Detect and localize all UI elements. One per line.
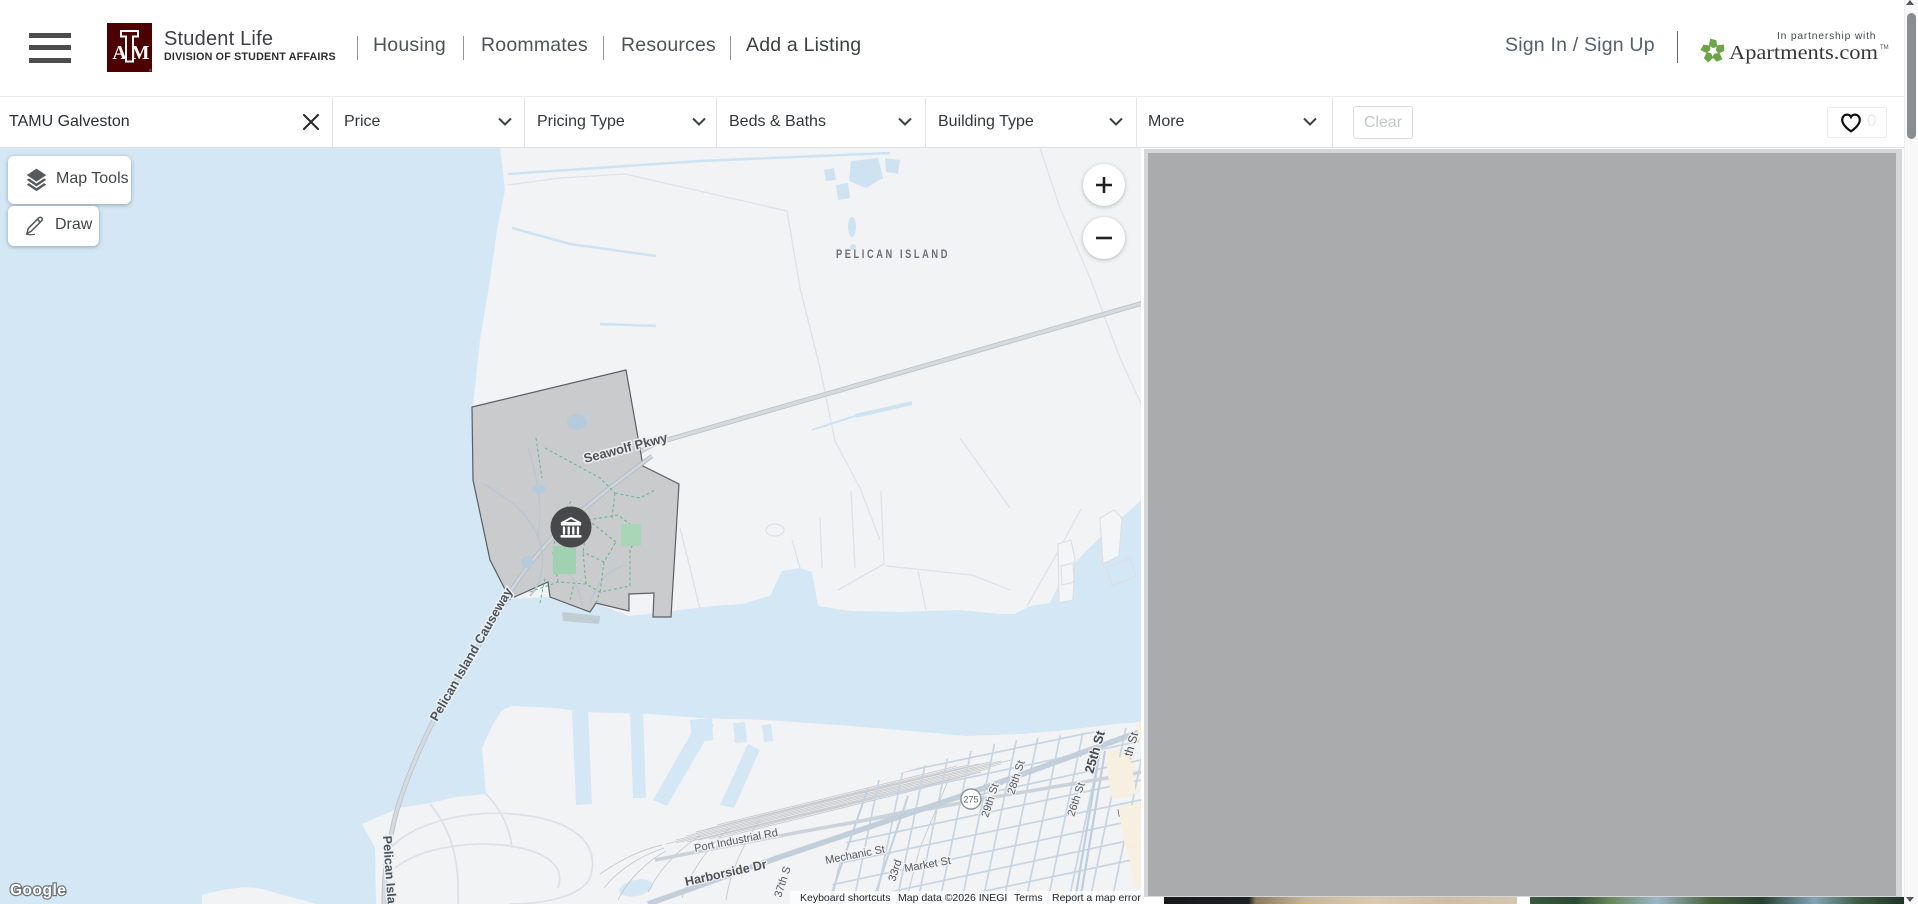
svg-text:275: 275 (963, 795, 978, 805)
svg-text:A: A (113, 43, 127, 64)
svg-text:PELICAN ISLAND: PELICAN ISLAND (836, 249, 950, 261)
svg-text:Keyboard shortcuts: Keyboard shortcuts (800, 892, 890, 904)
svg-text:Terms: Terms (1014, 892, 1043, 904)
svg-text:Apartments.com: Apartments.com (1729, 42, 1878, 64)
svg-text:Map data ©2026 INEGI: Map data ©2026 INEGI (898, 892, 1007, 904)
svg-text:Google: Google (10, 882, 66, 899)
svg-text:Report a map error: Report a map error (1052, 892, 1141, 904)
svg-text:TM: TM (1880, 45, 1889, 51)
